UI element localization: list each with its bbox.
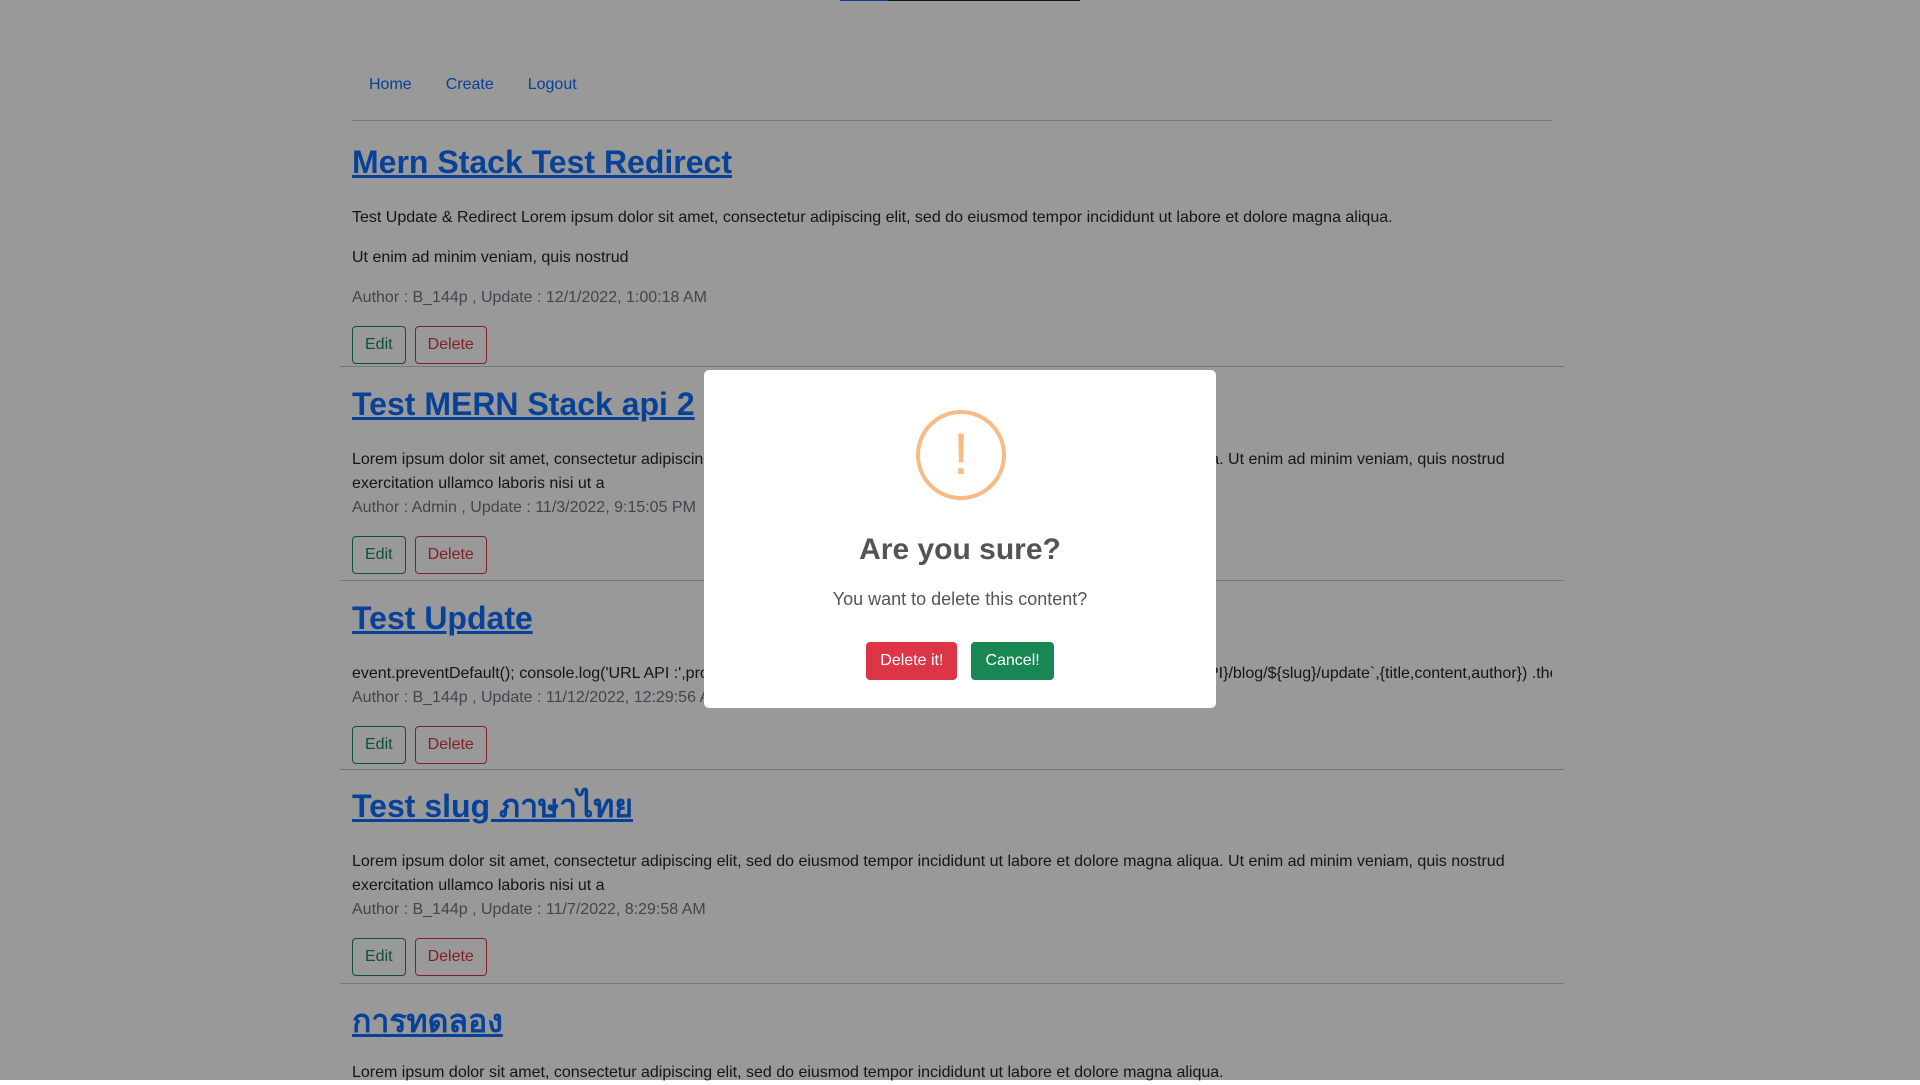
dialog-message: You want to delete this content? (832, 589, 1088, 609)
cancel-button[interactable]: Cancel! (971, 642, 1054, 680)
dialog-title: Are you sure? (859, 533, 1061, 566)
warning-icon: ! (916, 410, 1006, 500)
confirm-delete-dialog: ! Are you sure? You want to delete this … (704, 370, 1216, 708)
dialog-actions: Delete it! Cancel! (704, 642, 1216, 680)
confirm-delete-button[interactable]: Delete it! (866, 642, 958, 680)
